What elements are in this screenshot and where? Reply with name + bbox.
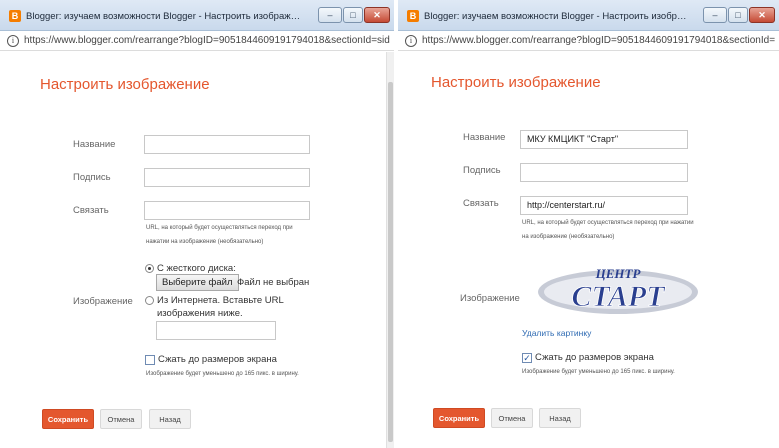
close-button[interactable]: ✕ bbox=[364, 7, 390, 23]
window-title: Blogger: изучаем возможности Blogger - Н… bbox=[424, 11, 687, 22]
caption-input[interactable] bbox=[144, 168, 310, 187]
radio-from-web-label-2: изображения ниже. bbox=[157, 308, 243, 319]
image-label: Изображение bbox=[73, 296, 133, 307]
name-label: Название bbox=[463, 132, 506, 143]
link-label: Связать bbox=[463, 198, 499, 209]
address-bar[interactable]: i https://www.blogger.com/rearrange?blog… bbox=[0, 31, 394, 51]
url-text[interactable]: https://www.blogger.com/rearrange?blogID… bbox=[422, 35, 775, 46]
maximize-button[interactable]: □ bbox=[728, 7, 748, 23]
address-bar[interactable]: i https://www.blogger.com/rearrange?blog… bbox=[398, 31, 779, 51]
dialog-content: Настроить изображение Название МКУ КМЦИК… bbox=[398, 52, 779, 448]
back-button[interactable]: Назад bbox=[149, 409, 191, 429]
shrink-hint: Изображение будет уменьшено до 165 пикс.… bbox=[522, 369, 675, 375]
file-status: Файл не выбран bbox=[237, 277, 310, 288]
shrink-checkbox[interactable]: ✓ bbox=[522, 353, 532, 363]
name-input[interactable] bbox=[144, 135, 310, 154]
link-hint-line2: нажатии на изображение (необязательно) bbox=[146, 239, 264, 245]
dialog-content: Настроить изображение Название Подпись С… bbox=[0, 52, 394, 448]
radio-from-web-label: Из Интернета. Вставьте URL bbox=[157, 295, 284, 306]
title-bar[interactable]: B Blogger: изучаем возможности Blogger -… bbox=[0, 0, 394, 31]
link-input[interactable] bbox=[144, 201, 310, 220]
page-title: Настроить изображение bbox=[431, 74, 601, 91]
title-bar[interactable]: B Blogger: изучаем возможности Blogger -… bbox=[398, 0, 779, 31]
url-text[interactable]: https://www.blogger.com/rearrange?blogID… bbox=[24, 35, 390, 46]
page-title: Настроить изображение bbox=[40, 76, 210, 93]
shrink-label[interactable]: Сжать до размеров экрана bbox=[535, 351, 654, 364]
maximize-button[interactable]: □ bbox=[343, 7, 363, 23]
caption-input[interactable] bbox=[520, 163, 688, 182]
window-title: Blogger: изучаем возможности Blogger - Н… bbox=[26, 11, 302, 22]
vertical-scrollbar[interactable] bbox=[386, 52, 394, 448]
image-url-input[interactable] bbox=[156, 321, 276, 340]
info-icon[interactable]: i bbox=[405, 35, 417, 47]
name-input[interactable]: МКУ КМЦИКТ "Старт" bbox=[520, 130, 688, 149]
logo-text-main: СТАРТ bbox=[571, 280, 666, 313]
logo-text-top: ЦЕНТР bbox=[595, 266, 642, 281]
close-button[interactable]: ✕ bbox=[749, 7, 775, 23]
start-center-logo: ЦЕНТР СТАРТ bbox=[538, 266, 698, 314]
cancel-button[interactable]: Отмена bbox=[491, 408, 533, 428]
cancel-button[interactable]: Отмена bbox=[100, 409, 142, 429]
remove-image-link[interactable]: Удалить картинку bbox=[522, 328, 591, 338]
choose-file-button[interactable]: Выберите файл bbox=[156, 274, 239, 291]
shrink-checkbox[interactable] bbox=[145, 355, 155, 365]
minimize-button[interactable]: – bbox=[703, 7, 727, 23]
name-label: Название bbox=[73, 139, 116, 150]
minimize-button[interactable]: – bbox=[318, 7, 342, 23]
browser-window-right: B Blogger: изучаем возможности Blogger -… bbox=[398, 0, 779, 448]
radio-from-disk[interactable] bbox=[145, 264, 154, 273]
save-button[interactable]: Сохранить bbox=[433, 408, 485, 428]
link-hint-line2: на изображение (необязательно) bbox=[522, 234, 615, 240]
shrink-hint: Изображение будет уменьшено до 165 пикс.… bbox=[146, 371, 299, 377]
blogger-favicon-icon: B bbox=[407, 10, 419, 22]
radio-from-web[interactable] bbox=[145, 296, 154, 305]
link-input[interactable]: http://centerstart.ru/ bbox=[520, 196, 688, 215]
info-icon[interactable]: i bbox=[7, 35, 19, 47]
blogger-favicon-icon: B bbox=[9, 10, 21, 22]
link-hint-line1: URL, на который будет осуществляться пер… bbox=[146, 225, 293, 231]
browser-window-left: B Blogger: изучаем возможности Blogger -… bbox=[0, 0, 394, 448]
scrollbar-thumb[interactable] bbox=[388, 82, 393, 442]
link-hint-line1: URL, на который будет осуществляться пер… bbox=[522, 220, 694, 226]
save-button[interactable]: Сохранить bbox=[42, 409, 94, 429]
shrink-label[interactable]: Сжать до размеров экрана bbox=[158, 353, 277, 366]
caption-label: Подпись bbox=[463, 165, 501, 176]
back-button[interactable]: Назад bbox=[539, 408, 581, 428]
image-label: Изображение bbox=[460, 293, 520, 304]
link-label: Связать bbox=[73, 205, 109, 216]
caption-label: Подпись bbox=[73, 172, 111, 183]
